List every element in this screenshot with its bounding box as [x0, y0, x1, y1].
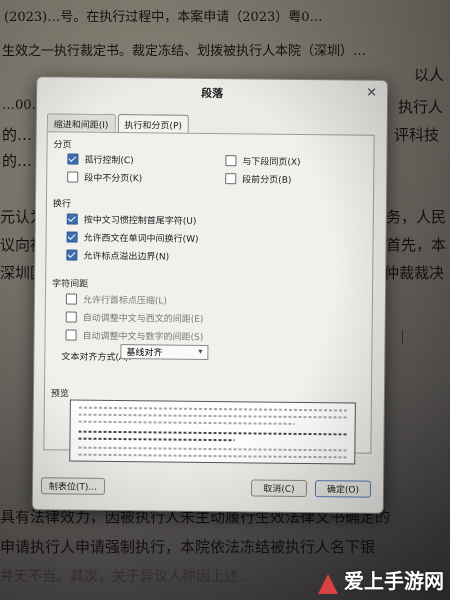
dialog-titlebar[interactable]: 段落 ✕: [37, 77, 387, 107]
paragraph-dialog: 段落 ✕ 缩进和间距(I) 执行和分页(P) 分页 孤行控制(C) 与下段同页(…: [31, 76, 389, 514]
widow-control-checkbox[interactable]: 孤行控制(C): [67, 152, 134, 167]
page-break-before-checkbox[interactable]: 段前分页(B): [225, 172, 291, 186]
checkbox-checked-icon: [66, 231, 78, 243]
keep-with-next-checkbox[interactable]: 与下段同页(X): [225, 154, 301, 168]
doc-right-6: 仲裁裁决: [384, 264, 445, 282]
tabs-button[interactable]: 制表位(T)...: [40, 477, 106, 495]
keep-lines-together-checkbox[interactable]: 段中不分页(K): [67, 170, 142, 184]
option-label: 允许标点溢出边界(N): [83, 251, 170, 263]
checkbox-unchecked-icon: [65, 329, 77, 341]
checkbox-checked-icon: [66, 249, 78, 261]
doc-right-4: 务，人民: [386, 208, 447, 226]
section-char-spacing-heading: 字符间距: [52, 279, 89, 290]
doc-right-1: 以人: [414, 66, 445, 84]
checkbox-checked-icon: [66, 213, 78, 225]
checkbox-unchecked-icon: [225, 155, 237, 167]
doc-right-3: 评科技: [394, 126, 440, 144]
preview-line: [78, 413, 347, 419]
doc-right-2: 执行人: [398, 98, 444, 116]
doc-right-5: 首先，本: [386, 236, 447, 254]
watermark: 爱上手游网: [344, 569, 444, 593]
option-label: 段前分页(B): [242, 175, 292, 186]
hanging-punctuation-checkbox[interactable]: 允许标点溢出边界(N): [66, 248, 170, 263]
option-label: 允许西文在单词中间换行(W): [83, 233, 199, 245]
option-label: 段中不分页(K): [84, 173, 143, 185]
option-label: 自动调整中文与数字的间距(S): [82, 331, 204, 343]
text-alignment-select[interactable]: 基线对齐 ▾: [120, 344, 209, 360]
preview-line: [78, 406, 347, 412]
preview-line: [78, 437, 235, 442]
preview-line: [78, 420, 295, 425]
doc-line-10: 申请执行人申请强制执行，本院依法冻结被执行人名下银: [0, 538, 376, 556]
auto-space-numbers-checkbox[interactable]: 自动调整中文与数字的间距(S): [65, 328, 204, 343]
section-line-break-heading: 换行: [52, 199, 72, 210]
option-label: 允许行首标点压缩(L): [82, 295, 168, 307]
section-pagination-heading: 分页: [53, 140, 72, 151]
checkbox-unchecked-icon: [67, 171, 79, 183]
option-label: 自动调整中文与西文的间距(E): [82, 313, 204, 325]
option-label: 与下段同页(X): [242, 157, 301, 168]
preview-label: 预览: [50, 389, 70, 400]
select-value: 基线对齐: [126, 348, 163, 359]
close-icon[interactable]: ✕: [366, 86, 377, 101]
doc-line-2: 生效之一执行裁定书。裁定冻结、划拨被执行人本院（深圳）…: [2, 44, 367, 59]
tab-indent-spacing[interactable]: 缩进和间距(I): [46, 113, 116, 133]
checkbox-unchecked-icon: [65, 293, 78, 305]
cancel-button[interactable]: 取消(C): [250, 479, 308, 498]
option-label: 按中文习惯控制首尾字符(U): [83, 215, 197, 227]
checkbox-unchecked-icon: [225, 173, 237, 185]
preview-line: [78, 453, 347, 459]
tab-line-page-breaks[interactable]: 执行和分页(P): [117, 114, 190, 133]
ok-button[interactable]: 确定(O): [314, 480, 372, 498]
option-label: 孤行控制(C): [84, 155, 134, 167]
checkbox-checked-icon: [67, 153, 79, 165]
preview-box: [69, 399, 356, 465]
word-wrap-checkbox[interactable]: 允许西文在单词中间换行(W): [66, 230, 199, 245]
checkbox-unchecked-icon: [65, 311, 77, 323]
watermark-logo-icon: [318, 574, 338, 594]
chevron-down-icon: ▾: [198, 346, 203, 356]
auto-space-latin-checkbox[interactable]: 自动调整中文与西文的间距(E): [65, 310, 204, 325]
dialog-title: 段落: [201, 86, 224, 101]
preview-line: [78, 446, 347, 452]
text-cursor: [402, 330, 403, 344]
doc-line-1: (2023)…号。在执行过程中，本案申请（2023）粤0…: [4, 10, 323, 25]
dialog-tabs: 缩进和间距(I) 执行和分页(P): [46, 113, 191, 133]
compress-punctuation-checkbox[interactable]: 允许行首标点压缩(L): [65, 292, 168, 307]
chinese-rules-checkbox[interactable]: 按中文习惯控制首尾字符(U): [66, 212, 197, 227]
preview-line: [78, 430, 347, 436]
